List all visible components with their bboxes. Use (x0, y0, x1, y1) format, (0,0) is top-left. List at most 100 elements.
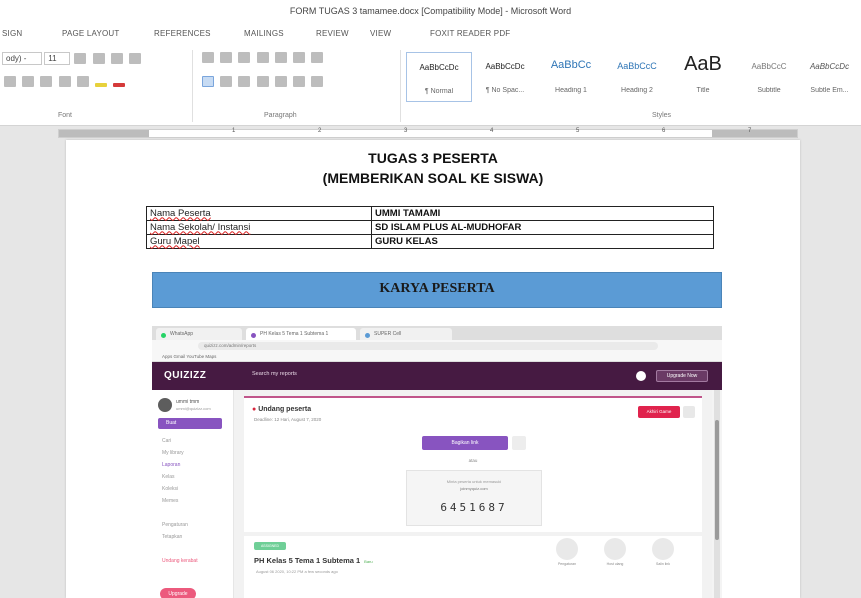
tab-page-layout[interactable]: PAGE LAYOUT (62, 29, 119, 38)
scrollbar-thumb (715, 420, 719, 540)
copy-link-icon (652, 538, 674, 560)
style-name: ¶ Normal (424, 88, 454, 95)
browser-tab: WhatsApp (156, 328, 242, 340)
embedded-screenshot[interactable]: WhatsApp PH Kelas 5 Tema 1 Subtema 1 SUP… (152, 326, 722, 598)
style-subtle-emphasis[interactable]: AaBbCcDc Subtle Em... (798, 52, 861, 102)
label-text: Guru Mapel (150, 235, 200, 247)
settings-icon (556, 538, 578, 560)
quizizz-sidebar: ummi tmm ummi@quizizz.com Buat Cari My l… (152, 390, 234, 598)
align-center-icon[interactable] (220, 76, 233, 87)
font-size-box[interactable]: 11 (44, 52, 71, 65)
create-button: Buat (158, 418, 222, 429)
window-title: FORM TUGAS 3 tamamee.docx [Compatibility… (0, 0, 861, 24)
new-pill: Baru (364, 559, 373, 564)
ruler-number: 3 (404, 128, 408, 134)
action-label: Pengaturan (557, 562, 577, 566)
ruler-margin-left (59, 130, 149, 137)
table-cell-label: Guru Mapel (146, 234, 372, 249)
quiz-title: PH Kelas 5 Tema 1 Subtema 1 Baru (254, 556, 373, 565)
justify-icon[interactable] (256, 76, 269, 87)
ruler-number: 5 (576, 128, 580, 134)
table-cell-label: Nama Sekolah/ Instansi (146, 220, 372, 235)
join-code-hint: Minta peserta untuk memasuki (446, 479, 502, 484)
table-cell-value: GURU KELAS (371, 234, 714, 249)
participant-info-table: Nama Peserta UMMI TAMAMI Nama Sekolah/ I… (146, 206, 714, 249)
table-cell-value: UMMI TAMAMI (371, 206, 714, 221)
increase-indent-icon[interactable] (274, 52, 287, 63)
style-name: Title (696, 87, 710, 94)
ribbon-tabs: SIGN PAGE LAYOUT REFERENCES MAILINGS REV… (0, 24, 861, 44)
group-divider (192, 50, 193, 122)
align-right-icon[interactable] (238, 76, 251, 87)
label-text: Nama Peserta (150, 207, 211, 219)
paragraph-group-label: Paragraph (264, 112, 297, 119)
table-row: Nama Peserta UMMI TAMAMI (146, 206, 714, 221)
underline-icon[interactable] (4, 76, 16, 87)
grow-font-icon[interactable] (74, 53, 87, 64)
bullets-icon[interactable] (202, 52, 214, 63)
group-divider (400, 50, 401, 122)
align-left-icon[interactable] (202, 76, 214, 87)
tab-foxit-reader-pdf[interactable]: FOXIT READER PDF (430, 29, 510, 38)
shrink-font-icon[interactable] (92, 53, 105, 64)
superscript-icon[interactable] (58, 76, 71, 87)
style-name: ¶ No Spac... (485, 87, 525, 94)
text-effects-icon[interactable] (76, 76, 89, 87)
style-normal[interactable]: AaBbCcDc ¶ Normal (406, 52, 472, 102)
more-options-icon (683, 406, 695, 418)
paragraph-row-1 (200, 52, 325, 63)
subscript-icon[interactable] (40, 76, 53, 87)
browser-tab: SUPER Cell (360, 328, 452, 340)
style-sample: AaBbCcDc (419, 63, 459, 72)
style-no-spacing[interactable]: AaBbCcDc ¶ No Spac... (472, 52, 538, 102)
sidebar-item: Cari (162, 438, 172, 444)
ruler-strip (58, 129, 798, 138)
tab-references[interactable]: REFERENCES (154, 29, 211, 38)
upgrade-button: Upgrade (160, 588, 196, 598)
quizizz-icon (251, 333, 256, 338)
horizontal-ruler[interactable]: 1 2 3 4 5 6 7 (0, 126, 861, 140)
change-case-icon[interactable] (110, 53, 123, 64)
tab-review[interactable]: REVIEW (316, 29, 349, 38)
font-color-icon[interactable] (113, 83, 126, 87)
decrease-indent-icon[interactable] (256, 52, 269, 63)
tab-design[interactable]: SIGN (2, 29, 22, 38)
font-row-2 (2, 76, 127, 87)
table-row: Nama Sekolah/ Instansi SD ISLAM PLUS AL-… (146, 220, 714, 235)
style-heading-1[interactable]: AaBbCc Heading 1 (538, 52, 604, 102)
clear-format-icon[interactable] (129, 53, 142, 64)
style-title[interactable]: AaB Title (670, 52, 736, 102)
strikethrough-icon[interactable] (22, 76, 35, 87)
or-divider: atau (468, 458, 478, 463)
doc-title-line-2: (MEMBERIKAN SOAL KE SISWA) (322, 170, 544, 186)
sidebar-item: Undang kerabat (162, 558, 198, 564)
multilevel-list-icon[interactable] (238, 52, 251, 63)
sidebar-item: Tetapkan (162, 534, 183, 540)
table-cell-label: Nama Peserta (146, 206, 372, 221)
line-spacing-icon[interactable] (274, 76, 287, 87)
browser-tab-strip: WhatsApp PH Kelas 5 Tema 1 Subtema 1 SUP… (152, 326, 722, 340)
ruler-number: 2 (318, 128, 322, 134)
quiz-title-text: PH Kelas 5 Tema 1 Subtema 1 (254, 556, 361, 565)
shading-icon[interactable] (293, 76, 306, 87)
style-heading-2[interactable]: AaBbCcC Heading 2 (604, 52, 670, 102)
ribbon: ody) - 11 Font Paragraph AaBbCcDc ¶ Norm… (0, 44, 861, 126)
style-subtitle[interactable]: AaBbCcC Subtitle (736, 52, 802, 102)
quizizz-header: QUIZIZZ Search my reports Upgrade Now (152, 362, 722, 390)
table-cell-value: SD ISLAM PLUS AL-MUDHOFAR (371, 220, 714, 235)
sort-icon[interactable] (293, 52, 306, 63)
ruler-number: 1 (232, 128, 236, 134)
numbering-icon[interactable] (220, 52, 233, 63)
style-sample: AaB (684, 53, 722, 75)
borders-icon[interactable] (311, 76, 324, 87)
highlight-color-icon[interactable] (95, 83, 108, 87)
sidebar-item: Memes (162, 498, 179, 504)
tab-view[interactable]: VIEW (370, 29, 391, 38)
document-page[interactable]: TUGAS 3 PESERTA (MEMBERIKAN SOAL KE SISW… (66, 140, 800, 598)
pilcrow-icon[interactable] (311, 52, 324, 63)
site-icon (365, 333, 370, 338)
sidebar-item: Pengaturan (162, 522, 188, 528)
font-name-box[interactable]: ody) - (2, 52, 42, 65)
quiz-card: ASSIGNED PH Kelas 5 Tema 1 Subtema 1 Baru… (244, 536, 702, 598)
tab-mailings[interactable]: MAILINGS (244, 29, 284, 38)
